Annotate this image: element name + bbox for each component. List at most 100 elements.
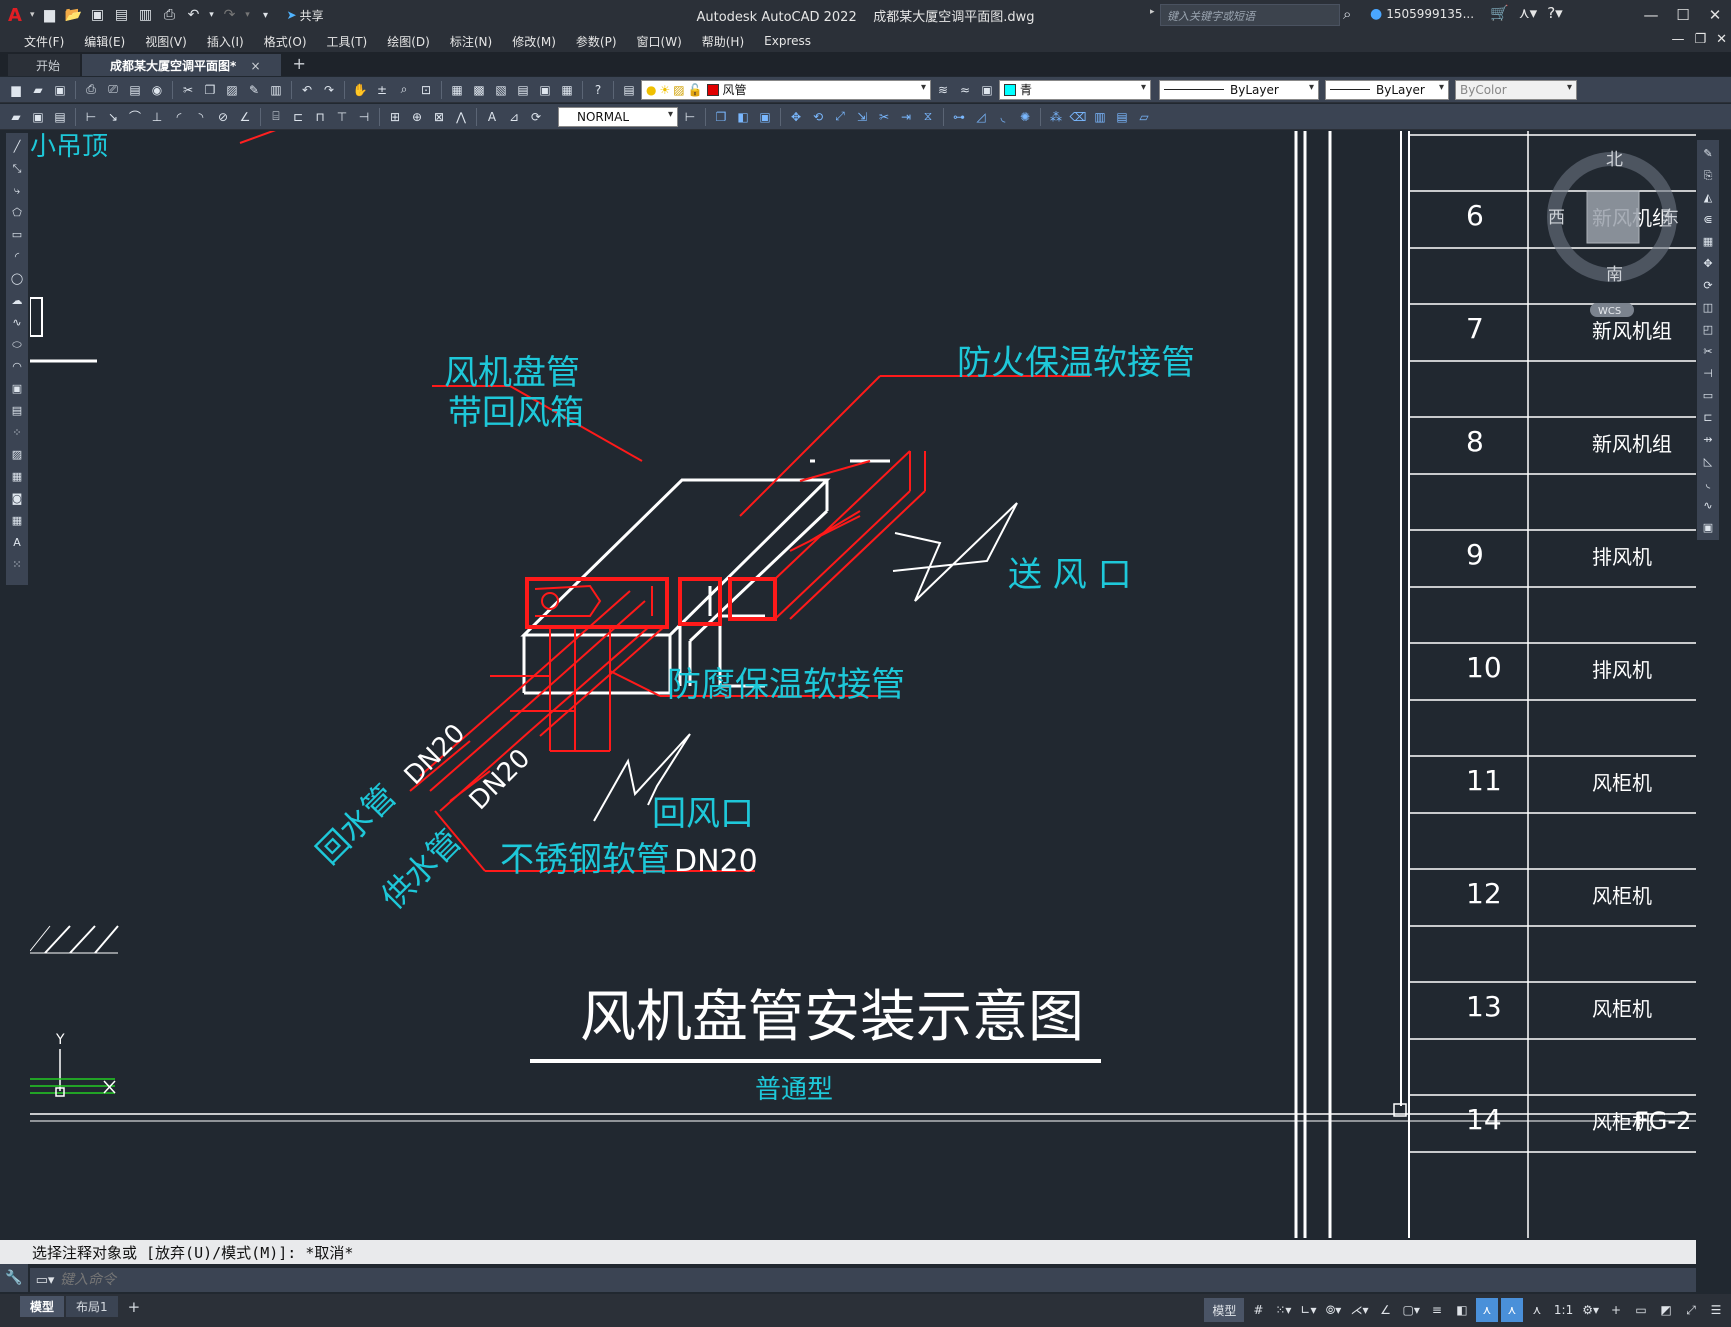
layer-properties-icon[interactable]: ▤ xyxy=(619,80,639,100)
offset-right-icon[interactable]: ⋐ xyxy=(1699,210,1717,229)
multiline-text-icon[interactable]: A xyxy=(8,533,26,552)
block-editor-icon[interactable]: ▥ xyxy=(266,80,286,100)
cart-icon[interactable]: 🛒 xyxy=(1490,4,1509,22)
polygon-icon[interactable]: ⬠ xyxy=(8,203,26,222)
zoom-previous-icon[interactable]: ⊡ xyxy=(416,80,436,100)
tab-active-drawing[interactable]: 成都某大厦空调平面图* × xyxy=(82,54,281,76)
blend-curves-icon[interactable]: ∿ xyxy=(1699,496,1717,515)
share-button[interactable]: ➤ 共享 xyxy=(287,7,324,24)
layer-previous-icon[interactable]: ≈ xyxy=(955,80,975,100)
save-file-icon[interactable]: ▣ xyxy=(50,80,70,100)
app-menu-chevron-icon[interactable]: ▾ xyxy=(30,10,35,20)
isodraft-icon[interactable]: ⋌▾ xyxy=(1348,1298,1372,1322)
ellipse-arc-icon[interactable]: ◠ xyxy=(8,357,26,376)
redo-icon[interactable]: ↷ xyxy=(219,4,241,26)
viewcube-south[interactable]: 南 xyxy=(1606,265,1623,285)
tab-layout1[interactable]: 布局1 xyxy=(66,1296,118,1317)
dimstyle-manager-icon[interactable]: ⊢ xyxy=(680,107,700,127)
break-point-icon[interactable]: ▭ xyxy=(1699,386,1717,405)
hatch-icon[interactable]: ▨ xyxy=(8,445,26,464)
menu-edit[interactable]: 编辑(E) xyxy=(74,33,135,50)
help-icon[interactable]: ?▾ xyxy=(1547,4,1563,22)
stretch-right-icon[interactable]: ◰ xyxy=(1699,320,1717,339)
send-back-icon[interactable]: ▤ xyxy=(50,107,70,127)
autodesk-app-icon[interactable]: ⋏▾ xyxy=(1519,4,1538,22)
saveas-icon[interactable]: ▤ xyxy=(111,4,133,26)
radius-dim-icon[interactable]: ◜ xyxy=(169,107,189,127)
dim-update-icon[interactable]: ⟳ xyxy=(526,107,546,127)
copy-object-icon[interactable]: ❐ xyxy=(711,107,731,127)
revision-cloud-icon[interactable]: ☁ xyxy=(8,291,26,310)
erase-right-icon[interactable]: ✎ xyxy=(1699,144,1717,163)
help-search-input[interactable]: 键入关键字或短语 xyxy=(1160,4,1340,26)
break-right-icon[interactable]: ⊏ xyxy=(1699,408,1717,427)
dim-text-edit-icon[interactable]: ⊿ xyxy=(504,107,524,127)
redo-dropdown-icon[interactable]: ▾ xyxy=(243,4,253,26)
design-center-icon[interactable]: ▩ xyxy=(469,80,489,100)
join-icon[interactable]: ⊶ xyxy=(949,107,969,127)
group-icon[interactable]: ▥ xyxy=(1090,107,1110,127)
transparency-icon[interactable]: ◧ xyxy=(1451,1298,1473,1322)
mirror-right-icon[interactable]: ◭ xyxy=(1699,188,1717,207)
properties-icon[interactable]: ▦ xyxy=(447,80,467,100)
fillet-icon[interactable]: ◟ xyxy=(993,107,1013,127)
tool-palettes-icon[interactable]: ▧ xyxy=(491,80,511,100)
dim-space-icon[interactable]: ⊤ xyxy=(332,107,352,127)
autocad-logo[interactable]: A xyxy=(0,0,30,30)
viewcube-east[interactable]: 东 xyxy=(1662,208,1679,228)
ellipse-icon[interactable]: ⬭ xyxy=(8,335,26,354)
menu-express[interactable]: Express xyxy=(754,34,821,48)
table-icon[interactable]: ▦ xyxy=(8,511,26,530)
menu-window[interactable]: 窗口(W) xyxy=(627,33,692,50)
clean-screen-icon[interactable]: ⤢ xyxy=(1680,1298,1702,1322)
save-icon[interactable]: ▣ xyxy=(87,4,109,26)
minimize-icon[interactable]: — xyxy=(1635,0,1667,30)
lineweight-toggle-icon[interactable]: ≡ xyxy=(1426,1298,1448,1322)
aligned-dim-icon[interactable]: ↘ xyxy=(103,107,123,127)
quickcalc-icon[interactable]: ▦ xyxy=(557,80,577,100)
undo-dropdown-icon[interactable]: ▾ xyxy=(207,4,217,26)
tab-start[interactable]: 开始 xyxy=(8,54,81,76)
array-icon[interactable]: ⁂ xyxy=(1046,107,1066,127)
viewcube[interactable]: 北 南 东 西 WCS xyxy=(1540,145,1685,320)
explode-icon[interactable]: ✺ xyxy=(1015,107,1035,127)
scale-right-icon[interactable]: ◫ xyxy=(1699,298,1717,317)
pan-icon[interactable]: ✋ xyxy=(350,80,370,100)
chamfer-icon[interactable]: ◿ xyxy=(971,107,991,127)
edit-polyline-icon[interactable]: ▱ xyxy=(1134,107,1154,127)
snap-icon[interactable]: ⁙▾ xyxy=(1272,1298,1294,1322)
customize-status-icon[interactable]: ☰ xyxy=(1705,1298,1727,1322)
color-dropdown[interactable]: 青 ▾ xyxy=(999,79,1151,100)
isolate-objects-icon[interactable]: ▭ xyxy=(1630,1298,1652,1322)
extend-icon[interactable]: ⇥ xyxy=(896,107,916,127)
match-properties-icon[interactable]: ✎ xyxy=(244,80,264,100)
arc-icon[interactable]: ◜ xyxy=(8,247,26,266)
add-layout-button[interactable]: + xyxy=(120,1298,149,1316)
layer-state-icon[interactable]: ▣ xyxy=(977,80,997,100)
erase-icon[interactable]: ⌫ xyxy=(1068,107,1088,127)
annotation-scale-icon[interactable]: ⋏ xyxy=(1526,1298,1548,1322)
drawing-canvas[interactable]: 小吊顶 风机盘管 带回风箱 防火保温软接管 送 风 口 防腐保温软接管 回风口 … xyxy=(30,131,1696,1238)
add-selected-icon[interactable]: ⁙ xyxy=(8,555,26,574)
object-snap-icon[interactable]: ▢▾ xyxy=(1400,1298,1423,1322)
center-mark-icon[interactable]: ⊕ xyxy=(407,107,427,127)
open-icon[interactable]: 📂 xyxy=(63,4,85,26)
annotation-visibility-icon[interactable]: ⋏ xyxy=(1475,1298,1498,1322)
customize-qa-icon[interactable]: ▾ xyxy=(255,4,277,26)
trim-icon[interactable]: ✂ xyxy=(874,107,894,127)
paste-icon[interactable]: ▨ xyxy=(222,80,242,100)
3d-print-icon[interactable]: ◉ xyxy=(147,80,167,100)
offset-icon[interactable]: ▣ xyxy=(755,107,775,127)
chamfer-right-icon[interactable]: ◺ xyxy=(1699,452,1717,471)
extend-right-icon[interactable]: ⊣ xyxy=(1699,364,1717,383)
stretch-icon[interactable]: ⇲ xyxy=(852,107,872,127)
insert-block-icon[interactable]: ▣ xyxy=(8,379,26,398)
circle-icon[interactable]: ◯ xyxy=(8,269,26,288)
search-expand-icon[interactable]: ▸ xyxy=(1150,7,1155,17)
make-block-icon[interactable]: ▤ xyxy=(8,401,26,420)
print-icon[interactable]: ⎙ xyxy=(81,80,101,100)
linear-dim-icon[interactable]: ⊢ xyxy=(81,107,101,127)
arc-length-icon[interactable]: ⌒ xyxy=(125,107,145,127)
menu-parametric[interactable]: 参数(P) xyxy=(566,33,627,50)
polyline-icon[interactable]: ⤷ xyxy=(8,181,26,200)
